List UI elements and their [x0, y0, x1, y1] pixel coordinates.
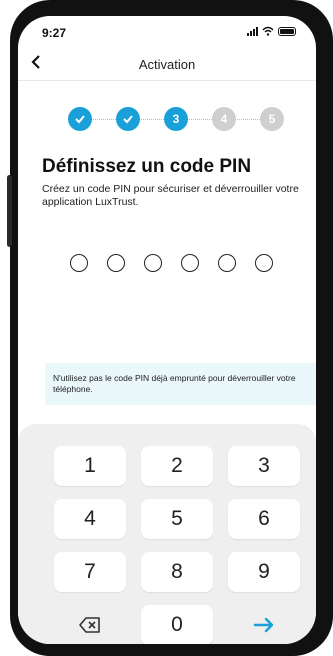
pin-dot [144, 254, 162, 272]
section-heading: Définissez un code PIN [42, 156, 252, 177]
key-5[interactable]: 5 [141, 499, 213, 539]
nav-header: Activation [18, 50, 316, 81]
page-title: Activation [138, 57, 196, 72]
key-0[interactable]: 0 [141, 605, 213, 644]
progress-stepper: 3 4 5 [68, 107, 288, 133]
step-4: 4 [212, 107, 236, 131]
pin-dot [181, 254, 199, 272]
key-4[interactable]: 4 [54, 499, 126, 539]
backspace-icon [79, 617, 100, 634]
key-2[interactable]: 2 [141, 446, 213, 486]
signal-icon [247, 26, 258, 36]
status-time: 9:27 [42, 26, 67, 40]
step-1-done [68, 107, 92, 131]
pin-indicator [70, 254, 273, 272]
pin-dot [255, 254, 273, 272]
description-text: Créez un code PIN pour sécuriser et déve… [42, 183, 299, 208]
status-icons [247, 26, 296, 36]
key-6[interactable]: 6 [228, 499, 300, 539]
info-banner: N'utilisez pas le code PIN déjà emprunté… [45, 363, 316, 405]
step-3-current: 3 [164, 107, 188, 131]
key-1[interactable]: 1 [54, 446, 126, 486]
submit-button[interactable] [228, 605, 300, 644]
battery-icon [278, 26, 296, 36]
numeric-keypad: 1 2 3 4 5 6 7 8 9 0 [18, 424, 316, 644]
delete-button[interactable] [54, 605, 126, 644]
step-5: 5 [260, 107, 284, 131]
phone-side-button [7, 175, 12, 247]
step-2-done [116, 107, 140, 131]
key-3[interactable]: 3 [228, 446, 300, 486]
phone-screen: 9:27 Activation 3 4 5 Définissez un code… [18, 16, 316, 644]
status-bar: 9:27 [18, 16, 316, 50]
pin-dot [70, 254, 88, 272]
key-8[interactable]: 8 [141, 552, 213, 592]
check-icon [123, 115, 133, 124]
key-9[interactable]: 9 [228, 552, 300, 592]
arrow-right-icon [253, 618, 274, 633]
wifi-icon [262, 26, 274, 36]
pin-dot [218, 254, 236, 272]
key-7[interactable]: 7 [54, 552, 126, 592]
check-icon [75, 115, 85, 124]
pin-dot [107, 254, 125, 272]
